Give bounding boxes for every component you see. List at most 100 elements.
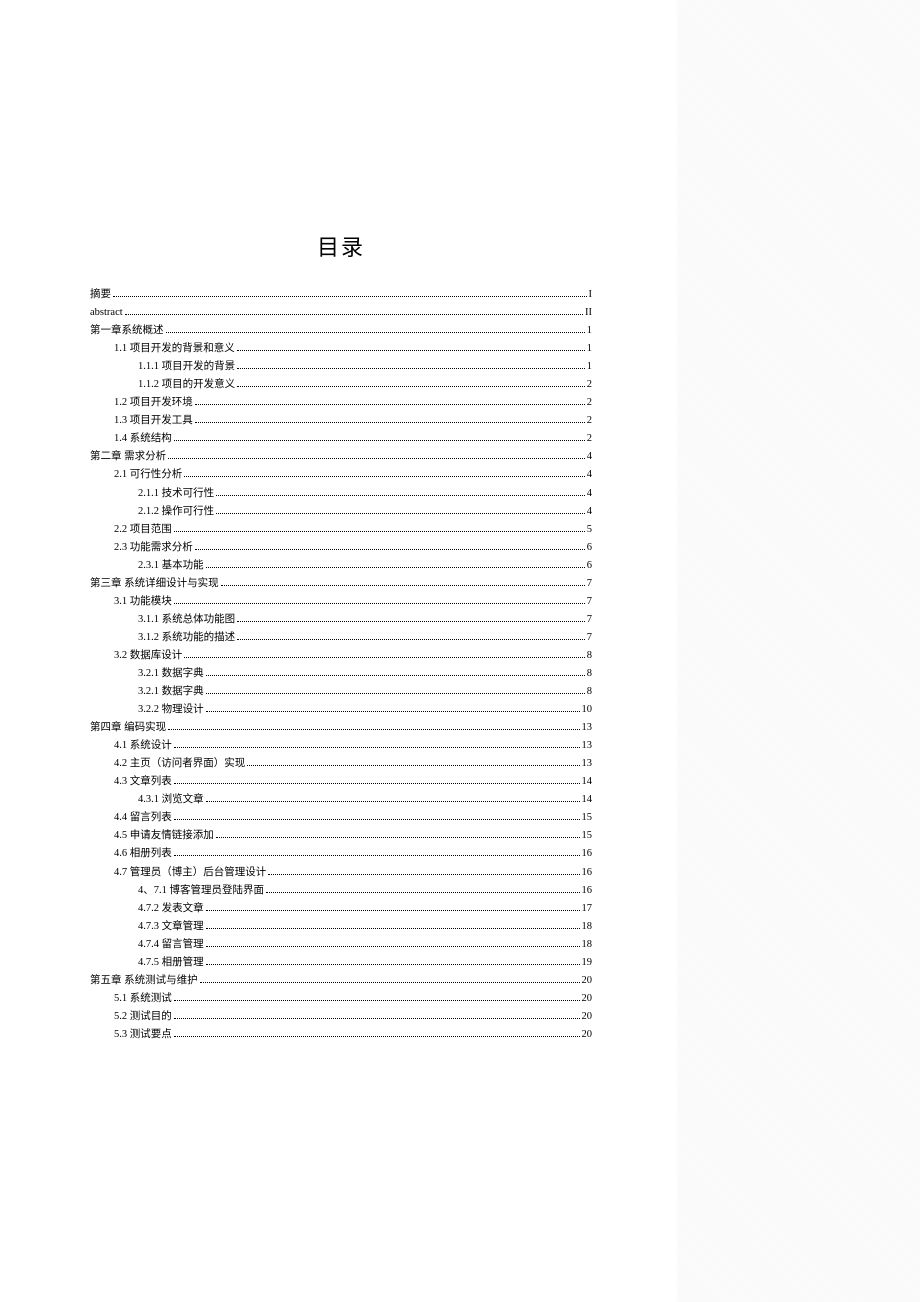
toc-entry-label: 4.6 相册列表: [114, 845, 172, 863]
toc-leader-dots: [195, 422, 585, 423]
toc-entry[interactable]: 5.2 测试目的20: [90, 1008, 592, 1026]
toc-entry[interactable]: 1.1.2 项目的开发意义2: [90, 376, 592, 394]
toc-entry-label: 2.1 可行性分析: [114, 466, 182, 484]
toc-entry[interactable]: 3.2.1 数据字典8: [90, 665, 592, 683]
toc-leader-dots: [206, 910, 580, 911]
toc-leader-dots: [174, 531, 585, 532]
toc-entry[interactable]: 1.3 项目开发工具2: [90, 412, 592, 430]
toc-entry[interactable]: 4、7.1 博客管理员登陆界面16: [90, 882, 592, 900]
toc-entry[interactable]: 3.1.2 系统功能的描述7: [90, 629, 592, 647]
toc-leader-dots: [125, 314, 583, 315]
toc-entry-page: 1: [587, 340, 592, 358]
toc-leader-dots: [195, 404, 585, 405]
toc-entry-label: 3.1 功能模块: [114, 593, 172, 611]
toc-entry-label: 3.1.1 系统总体功能图: [138, 611, 235, 629]
toc-entry[interactable]: 4.3.1 浏览文章 14: [90, 791, 592, 809]
toc-entry[interactable]: 4.5 申请友情链接添加15: [90, 827, 592, 845]
toc-entry[interactable]: 4.7.3 文章管理18: [90, 918, 592, 936]
toc-entry-page: 8: [587, 647, 592, 665]
toc-entry[interactable]: 4.3 文章列表14: [90, 773, 592, 791]
toc-entry[interactable]: 4.7 管理员（博主）后台管理设计16: [90, 864, 592, 882]
toc-entry[interactable]: 第五章 系统测试与维护20: [90, 972, 592, 990]
toc-entry-page: 20: [582, 1008, 593, 1026]
toc-entry-page: 13: [582, 755, 593, 773]
toc-entry-label: 2.2 项目范围: [114, 521, 172, 539]
toc-leader-dots: [184, 476, 585, 477]
toc-entry-page: I: [589, 286, 593, 304]
toc-entry-page: 2: [587, 394, 592, 412]
toc-entry-page: 4: [587, 485, 592, 503]
toc-entry-label: 1.1.1 项目开发的背景: [138, 358, 235, 376]
toc-entry[interactable]: 4.7.5 相册管理 19: [90, 954, 592, 972]
toc-entry-page: 6: [587, 539, 592, 557]
toc-entry-label: abstract: [90, 304, 123, 322]
toc-entry[interactable]: 2.1 可行性分析4: [90, 466, 592, 484]
toc-leader-dots: [174, 603, 585, 604]
toc-entry-label: 3.2.1 数据字典: [138, 665, 204, 683]
toc-entry[interactable]: 3.1 功能模块 7: [90, 593, 592, 611]
toc-entry-label: 1.1.2 项目的开发意义: [138, 376, 235, 394]
toc-leader-dots: [206, 801, 580, 802]
toc-leader-dots: [174, 1000, 580, 1001]
toc-leader-dots: [174, 1018, 580, 1019]
toc-entry[interactable]: 摘要I: [90, 286, 592, 304]
toc-entry-page: 7: [587, 593, 592, 611]
toc-leader-dots: [174, 1036, 580, 1037]
toc-entry-label: 2.3 功能需求分析: [114, 539, 193, 557]
toc-entry[interactable]: 第二章 需求分析4: [90, 448, 592, 466]
toc-entry[interactable]: 3.1.1 系统总体功能图7: [90, 611, 592, 629]
toc-entry-label: 4.5 申请友情链接添加: [114, 827, 214, 845]
toc-leader-dots: [206, 964, 580, 965]
toc-entry-page: 14: [582, 791, 593, 809]
toc-entry-page: 19: [582, 954, 593, 972]
toc-entry[interactable]: 5.1 系统测试20: [90, 990, 592, 1008]
page-wrapper: 目录 摘要IabstractII第一章系统概述11.1 项目开发的背景和意义11…: [0, 0, 920, 1302]
toc-entry[interactable]: 第一章系统概述1: [90, 322, 592, 340]
toc-entry-label: 第四章 编码实现: [90, 719, 166, 737]
toc-leader-dots: [247, 765, 579, 766]
toc-entry[interactable]: 4.7.2 发表文章17: [90, 900, 592, 918]
toc-entry[interactable]: 2.1.2 操作可行性4: [90, 503, 592, 521]
toc-entry[interactable]: 第三章 系统详细设计与实现7: [90, 575, 592, 593]
toc-entry[interactable]: 3.2 数据库设计8: [90, 647, 592, 665]
toc-entry[interactable]: 1.2 项目开发环境 2: [90, 394, 592, 412]
toc-entry[interactable]: 第四章 编码实现13: [90, 719, 592, 737]
toc-entry[interactable]: 1.1.1 项目开发的背景1: [90, 358, 592, 376]
toc-entry[interactable]: 2.1.1 技术可行性4: [90, 485, 592, 503]
toc-entry-label: 4、7.1 博客管理员登陆界面: [138, 882, 264, 900]
toc-entry-label: 4.3 文章列表: [114, 773, 172, 791]
toc-leader-dots: [221, 585, 585, 586]
toc-entry-label: 1.2 项目开发环境: [114, 394, 193, 412]
toc-leader-dots: [216, 513, 585, 514]
toc-entry-page: 16: [582, 845, 593, 863]
toc-entry-page: 18: [582, 936, 593, 954]
toc-entry[interactable]: 1.4 系统结构2: [90, 430, 592, 448]
toc-entry[interactable]: 4.1 系统设计13: [90, 737, 592, 755]
toc-entry[interactable]: 4.4 留言列表15: [90, 809, 592, 827]
toc-entry-page: 10: [582, 701, 593, 719]
toc-entry[interactable]: abstractII: [90, 304, 592, 322]
toc-entry-page: 20: [582, 1026, 593, 1044]
toc-entry-page: 4: [587, 503, 592, 521]
toc-leader-dots: [237, 350, 585, 351]
toc-leader-dots: [206, 711, 580, 712]
toc-entry[interactable]: 3.2.1 数据字典8: [90, 683, 592, 701]
toc-entry-label: 4.7.4 留言管理: [138, 936, 204, 954]
toc-entry[interactable]: 2.2 项目范围 5: [90, 521, 592, 539]
toc-entry[interactable]: 5.3 测试要点20: [90, 1026, 592, 1044]
toc-entry[interactable]: 2.3.1 基本功能6: [90, 557, 592, 575]
toc-entry-page: 5: [587, 521, 592, 539]
toc-entry[interactable]: 4.6 相册列表 16: [90, 845, 592, 863]
toc-entry-page: 7: [587, 629, 592, 647]
toc-leader-dots: [174, 855, 580, 856]
toc-entry-page: 2: [587, 412, 592, 430]
toc-entry[interactable]: 2.3 功能需求分析 6: [90, 539, 592, 557]
toc-entry-label: 第三章 系统详细设计与实现: [90, 575, 219, 593]
toc-entry[interactable]: 4.7.4 留言管理 18: [90, 936, 592, 954]
toc-entry-label: 4.3.1 浏览文章: [138, 791, 204, 809]
toc-leader-dots: [237, 621, 585, 622]
toc-entry-label: 4.7.5 相册管理: [138, 954, 204, 972]
toc-entry[interactable]: 3.2.2 物理设计10: [90, 701, 592, 719]
toc-entry[interactable]: 1.1 项目开发的背景和意义1: [90, 340, 592, 358]
toc-entry[interactable]: 4.2 主页（访问者界面）实现13: [90, 755, 592, 773]
